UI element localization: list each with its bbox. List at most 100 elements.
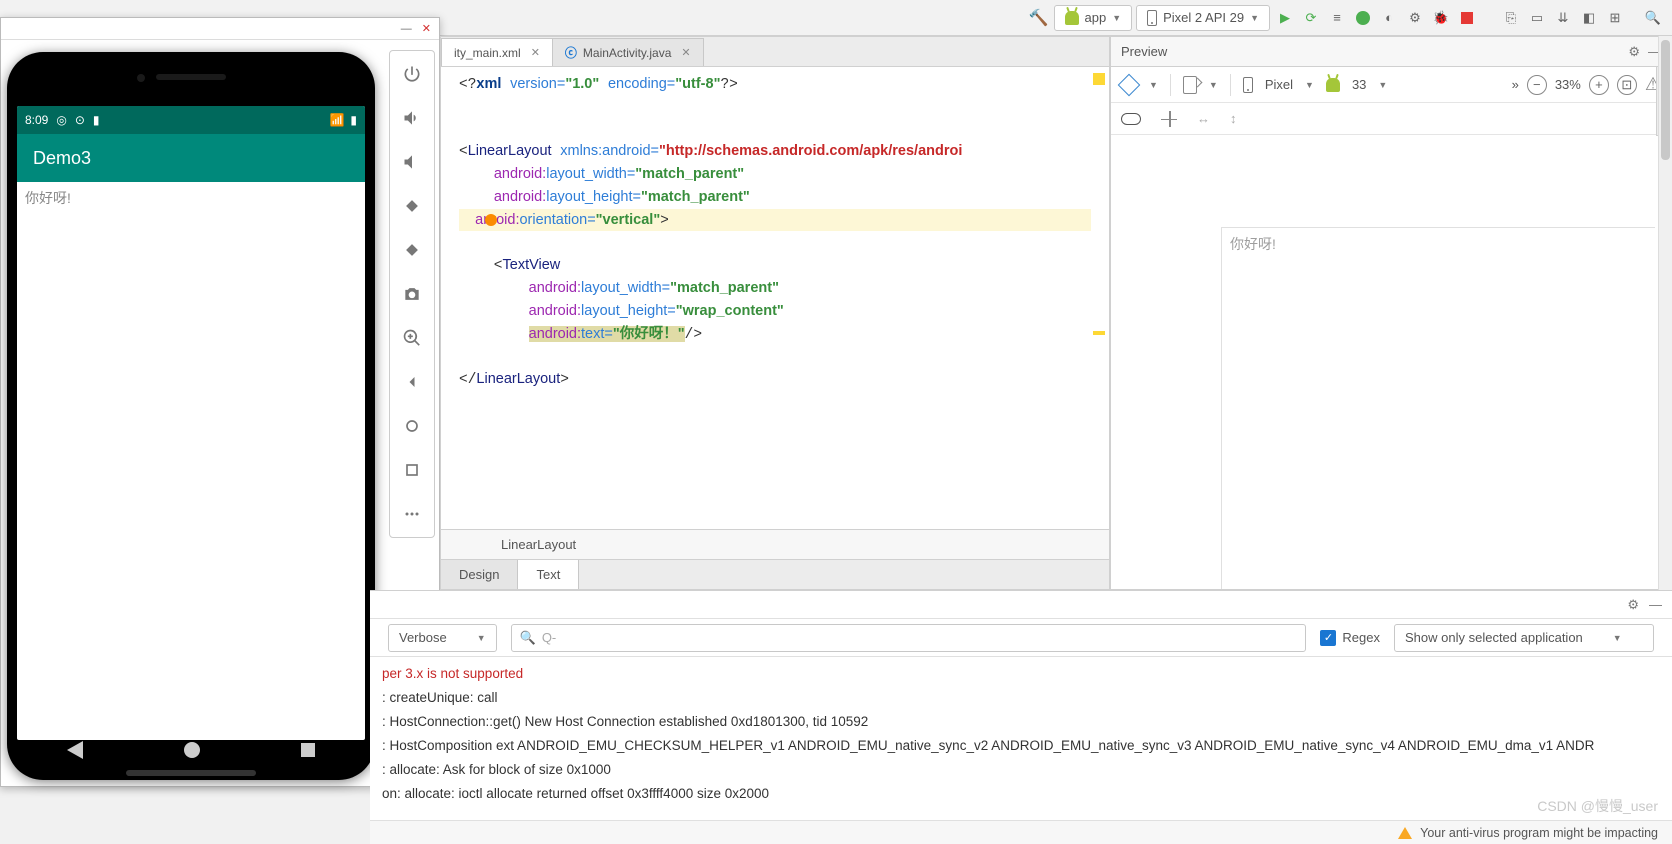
log-filter-label: Show only selected application	[1405, 630, 1583, 645]
surface-icon[interactable]	[1118, 73, 1141, 96]
build-icon[interactable]: 🔨	[1028, 7, 1050, 29]
preview-pane: Preview ⚙ — ▼ ▼ Pixel▼ 33▼ » − 33% + ⊡ ⚠…	[1110, 36, 1672, 590]
android-nav-bar	[17, 728, 365, 772]
run-config-dropdown[interactable]: app ▼	[1054, 5, 1133, 31]
phone-screen[interactable]: 8:09 ◎ ⊙ ▮ 📶 ▮ Demo3 你好呀!	[17, 106, 365, 740]
android-status-bar: 8:09 ◎ ⊙ ▮ 📶 ▮	[17, 106, 365, 134]
phone-camera	[137, 74, 145, 82]
rotate-left-icon[interactable]	[397, 191, 427, 221]
pan-v-icon[interactable]: ↕	[1230, 111, 1237, 126]
minimize-icon[interactable]: —	[1649, 597, 1662, 612]
warning-marker[interactable]	[1093, 73, 1105, 85]
preview-device-label[interactable]: Pixel	[1265, 77, 1293, 92]
home-indicator	[126, 770, 256, 776]
back-icon[interactable]	[397, 367, 427, 397]
breadcrumb-item: LinearLayout	[501, 537, 576, 552]
java-class-icon: ⓒ	[565, 44, 577, 61]
sdk-manager-icon[interactable]: ⇊	[1552, 7, 1574, 29]
log-line: per 3.x is not supported	[382, 666, 523, 681]
app-body-text: 你好呀!	[25, 190, 71, 206]
volume-up-icon[interactable]	[397, 103, 427, 133]
coverage-icon[interactable]: ⚙	[1404, 7, 1426, 29]
log-line: on: allocate: ioctl allocate returned of…	[382, 786, 769, 801]
log-filter-dropdown[interactable]: Show only selected application ▼	[1394, 624, 1654, 652]
close-icon[interactable]: ✕	[681, 46, 690, 59]
close-icon[interactable]: ✕	[531, 46, 540, 59]
scrollbar-thumb[interactable]	[1661, 40, 1670, 160]
regex-checkbox[interactable]: ✓ Regex	[1320, 630, 1380, 646]
tab-design[interactable]: Design	[441, 560, 518, 589]
power-icon[interactable]	[397, 59, 427, 89]
log-level-label: Verbose	[399, 630, 447, 645]
tab-activity-main-xml[interactable]: ity_main.xml ✕	[441, 38, 553, 66]
android-icon	[1065, 11, 1079, 25]
preview-api-label[interactable]: 33	[1352, 77, 1366, 92]
preview-header: Preview ⚙ —	[1111, 37, 1671, 67]
log-line: : HostComposition ext ANDROID_EMU_CHECKS…	[382, 738, 1594, 753]
profile-icon[interactable]: ◐	[1378, 7, 1400, 29]
app-body: 你好呀!	[17, 182, 365, 214]
more-icon[interactable]	[397, 499, 427, 529]
more-icon[interactable]: »	[1512, 77, 1519, 92]
warning-icon[interactable]	[1398, 827, 1412, 839]
blueprint-icon[interactable]	[1161, 111, 1177, 127]
resource-manager-icon[interactable]: ◧	[1578, 7, 1600, 29]
gear-icon[interactable]: ⚙	[1627, 597, 1639, 613]
gear-icon[interactable]: ⚙	[1628, 44, 1640, 60]
vertical-scrollbar[interactable]	[1658, 36, 1672, 590]
visibility-icon[interactable]	[1121, 113, 1141, 125]
preview-surface[interactable]: 你好呀!	[1111, 137, 1655, 589]
log-line: : allocate: Ask for block of size 0x1000	[382, 762, 611, 777]
status-time: 8:09	[25, 113, 48, 127]
device-dropdown[interactable]: Pixel 2 API 29 ▼	[1136, 5, 1270, 31]
sync-icon[interactable]: ⎘	[1500, 7, 1522, 29]
camera-icon[interactable]	[397, 279, 427, 309]
breadcrumb[interactable]: LinearLayout	[441, 529, 1109, 559]
tab-main-activity-java[interactable]: ⓒ MainActivity.java ✕	[552, 38, 704, 66]
debug-icon[interactable]	[1352, 7, 1374, 29]
nav-back-icon[interactable]	[67, 741, 83, 759]
design-text-tabs: Design Text	[441, 559, 1109, 589]
file-tabs: ity_main.xml ✕ ⓒ MainActivity.java ✕	[441, 37, 1109, 67]
warning-marker[interactable]	[1093, 331, 1105, 335]
code-content: <?xml version="1.0" encoding="utf-8"?> <…	[441, 67, 1109, 397]
orientation-icon[interactable]	[1183, 76, 1197, 94]
phone-speaker	[156, 74, 226, 80]
logcat-header: ⚙ —	[370, 591, 1672, 619]
wifi-icon: ◎	[56, 113, 66, 127]
close-icon[interactable]: ✕	[422, 22, 431, 35]
nav-home-icon[interactable]	[184, 742, 200, 758]
attach-debugger-icon[interactable]: 🐞	[1430, 7, 1452, 29]
zoom-out-icon[interactable]: −	[1527, 75, 1547, 95]
home-icon[interactable]	[397, 411, 427, 441]
log-line: : HostConnection::get() New Host Connect…	[382, 714, 868, 729]
overview-icon[interactable]	[397, 455, 427, 485]
nav-recent-icon[interactable]	[301, 743, 315, 757]
apply-code-icon[interactable]: ≡	[1326, 7, 1348, 29]
checkbox-checked-icon: ✓	[1320, 630, 1336, 646]
rotate-right-icon[interactable]	[397, 235, 427, 265]
stop-icon[interactable]	[1456, 7, 1478, 29]
zoom-fit-icon[interactable]: ⊡	[1617, 75, 1637, 95]
logcat-panel: ⚙ — Verbose ▼ 🔍 Q- ✓ Regex Show only sel…	[370, 590, 1672, 844]
log-search-input[interactable]: 🔍 Q-	[511, 624, 1307, 652]
log-output[interactable]: per 3.x is not supported : createUnique:…	[370, 657, 1672, 813]
avd-manager-icon[interactable]: ▭	[1526, 7, 1548, 29]
tab-label: MainActivity.java	[583, 46, 671, 60]
emulator-toolbar	[389, 50, 435, 538]
watermark: CSDN @慢慢_user	[1537, 796, 1658, 816]
search-icon[interactable]: 🔍	[1642, 7, 1664, 29]
editor-pane: ity_main.xml ✕ ⓒ MainActivity.java ✕ <?x…	[440, 36, 1110, 590]
pan-h-icon[interactable]: ↔	[1197, 111, 1210, 126]
code-editor[interactable]: <?xml version="1.0" encoding="utf-8"?> <…	[441, 67, 1109, 529]
minimize-icon[interactable]: —	[401, 23, 412, 35]
run-icon[interactable]: ▶	[1274, 7, 1296, 29]
zoom-icon[interactable]	[397, 323, 427, 353]
phone-icon	[1243, 77, 1253, 93]
log-level-dropdown[interactable]: Verbose ▼	[388, 624, 497, 652]
zoom-in-icon[interactable]: +	[1589, 75, 1609, 95]
tab-text[interactable]: Text	[518, 560, 579, 589]
layout-inspector-icon[interactable]: ⊞	[1604, 7, 1626, 29]
apply-changes-icon[interactable]: ⟳	[1300, 7, 1322, 29]
volume-down-icon[interactable]	[397, 147, 427, 177]
